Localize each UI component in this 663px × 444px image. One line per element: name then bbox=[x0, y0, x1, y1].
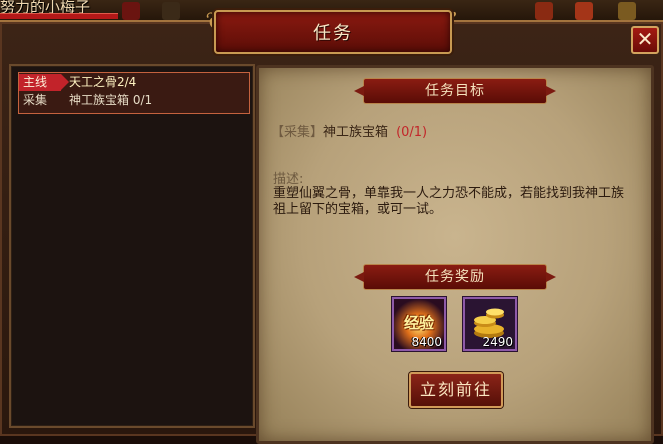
dialog-title: 任务 bbox=[313, 23, 353, 44]
reward-header: 任务奖励 bbox=[354, 264, 556, 290]
description-text: 重塑仙翼之骨，单靠我一人之力恐不能成，若能找到我神工族祖上留下的宝箱，或可一试。 bbox=[273, 186, 625, 217]
reward-exp[interactable]: 经验 8400 bbox=[392, 297, 446, 351]
objective-header: 任务目标 bbox=[354, 78, 556, 104]
hud-icon bbox=[162, 2, 180, 20]
objective-type: 采集 bbox=[284, 125, 311, 140]
reward-gold-count: 2490 bbox=[482, 335, 513, 349]
close-button[interactable]: ✕ bbox=[631, 26, 659, 54]
task-list-item-selected[interactable]: 主线 天工之骨2/4 采集 神工族宝箱 0/1 bbox=[18, 72, 250, 114]
objective-name: 神工族宝箱 bbox=[323, 125, 389, 140]
task-list-panel: 主线 天工之骨2/4 采集 神工族宝箱 0/1 bbox=[9, 64, 255, 428]
task-detail-panel: 任务目标 【采集】神工族宝箱 (0/1) 描述: 重塑仙翼之骨，单靠我一人之力恐不… bbox=[256, 65, 654, 444]
reward-exp-count: 8400 bbox=[411, 335, 442, 349]
hud-icon bbox=[122, 2, 140, 20]
task-dialog: ❦ ❦ 任务 ✕ 主线 天工之骨2/4 采集 神工族宝箱 0/1 任务目标 【采… bbox=[0, 7, 663, 444]
player-health-bar bbox=[0, 13, 118, 19]
dialog-title-plate: 任务 bbox=[214, 10, 452, 54]
subtask-type: 采集 bbox=[23, 93, 48, 107]
subtask-title: 神工族宝箱 0/1 bbox=[69, 93, 153, 107]
objective-progress: (0/1) bbox=[396, 125, 428, 140]
hud-icon bbox=[575, 2, 593, 20]
description-label: 描述: bbox=[273, 172, 304, 187]
go-now-button[interactable]: 立刻前往 bbox=[409, 372, 503, 408]
exp-icon-text: 经验 bbox=[403, 314, 434, 332]
main-quest-title: 天工之骨2/4 bbox=[69, 75, 137, 89]
objective-bracket-open: 【 bbox=[271, 125, 285, 140]
objective-bracket-close: 】 bbox=[310, 125, 324, 140]
reward-gold[interactable]: 2490 bbox=[463, 297, 517, 351]
hud-icon bbox=[535, 2, 553, 20]
main-quest-tag: 主线 bbox=[19, 74, 69, 91]
hud-icon bbox=[618, 2, 636, 20]
objective-line: 【采集】神工族宝箱 (0/1) bbox=[271, 121, 427, 140]
